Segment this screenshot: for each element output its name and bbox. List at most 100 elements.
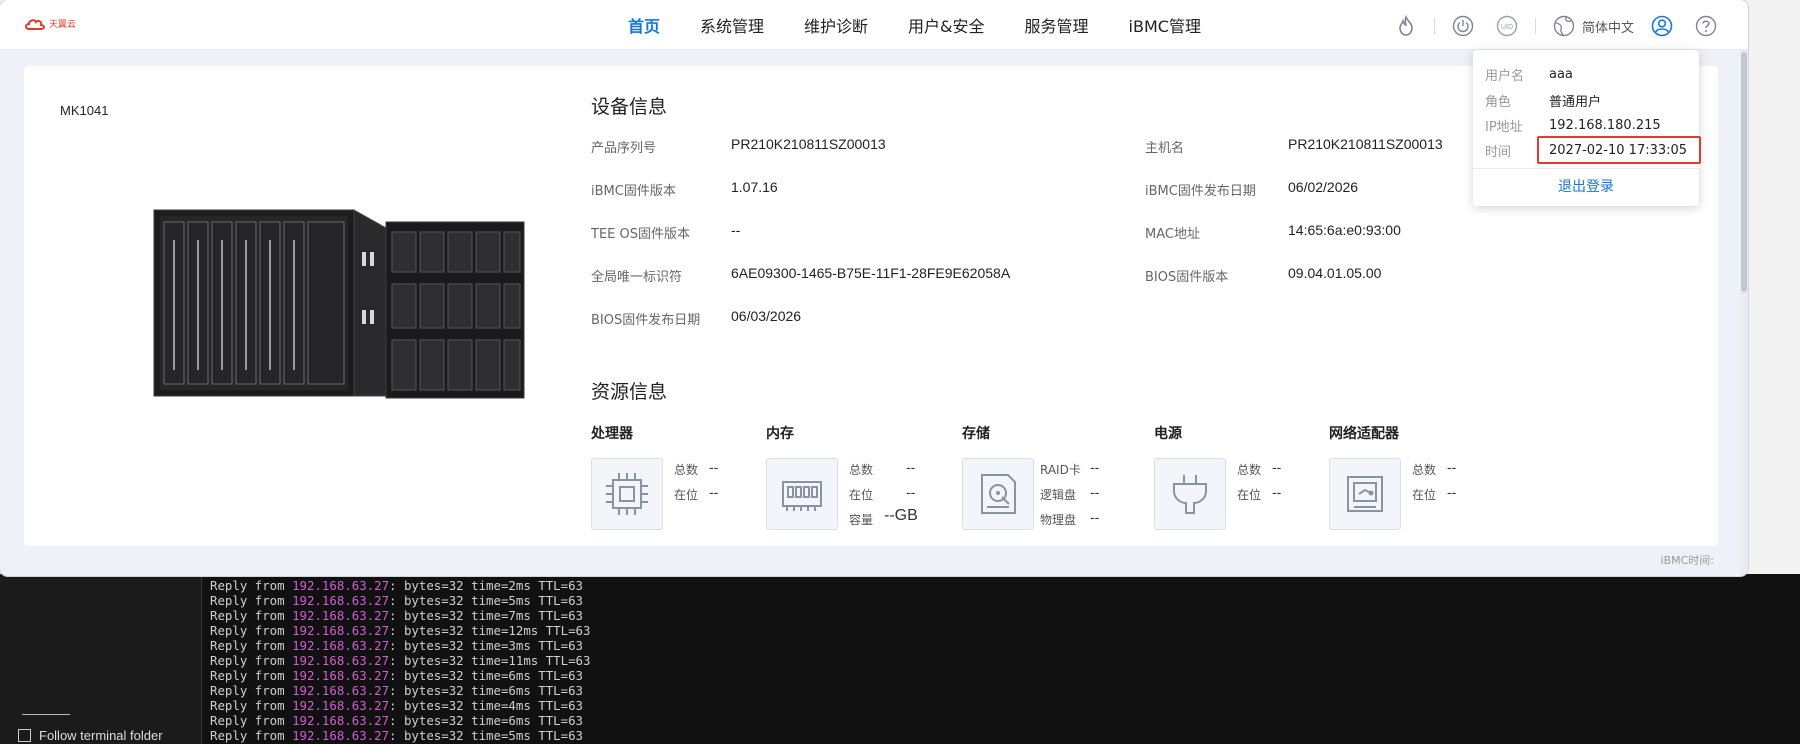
follow-folder-label: Follow terminal folder — [39, 728, 163, 743]
field-label: MAC地址 — [1145, 227, 1200, 242]
server-model: MK1041 — [60, 103, 109, 118]
power-icon[interactable] — [1450, 13, 1476, 39]
toolbar: UID 简体中文 — [1384, 12, 1728, 40]
sidebar-divider — [22, 714, 70, 715]
storage-title[interactable]: 存储 — [962, 423, 990, 443]
terminal-line: Reply from 192.168.63.27: bytes=32 time=… — [210, 623, 590, 638]
terminal-line-ip: 192.168.63.27 — [292, 698, 390, 713]
field-label: 全局唯一标识符 — [591, 270, 683, 285]
network-present-value: -- — [1447, 484, 1457, 500]
nav-user-security[interactable]: 用户&安全 — [888, 0, 1004, 50]
terminal-line-prefix: Reply from — [210, 623, 293, 638]
power-title[interactable]: 电源 — [1154, 423, 1182, 443]
terminal-line: Reply from 192.168.63.27: bytes=32 time=… — [210, 638, 590, 653]
mac-address-value: 14:65:6a:e0:93:00 — [1288, 222, 1401, 238]
bios-release-date-value: 06/03/2026 — [731, 308, 802, 324]
guid-value: 6AE09300-1465-B75E-11F1-28FE9E62058A — [731, 265, 1011, 281]
terminal-line-prefix: Reply from — [210, 683, 293, 698]
storage-icon — [981, 474, 1016, 514]
field-label: iBMC固件版本 — [591, 184, 676, 199]
field-label: 产品序列号 — [591, 141, 657, 156]
terminal-line-ip: 192.168.63.27 — [292, 728, 390, 743]
follow-terminal-folder-option[interactable]: Follow terminal folder — [18, 728, 163, 743]
processor-present-label: 在位 — [674, 488, 699, 502]
language-selector[interactable]: 简体中文 — [1582, 17, 1634, 36]
hostname-value: PR210K210811SZ00013 — [1288, 136, 1443, 152]
brand-logo[interactable]: 天翼云 — [24, 17, 76, 31]
role-label: 角色 — [1485, 94, 1512, 110]
terminal-line-ip: 192.168.63.27 — [292, 608, 390, 623]
memory-capacity-value: --GB — [884, 507, 918, 524]
network-adapter-card[interactable] — [1329, 458, 1401, 530]
field-label: BIOS固件发布日期 — [591, 313, 701, 328]
nav-service-management[interactable]: 服务管理 — [1005, 0, 1109, 50]
logout-button[interactable]: 退出登录 — [1473, 176, 1699, 196]
ibmc-release-date-value: 06/02/2026 — [1288, 179, 1359, 195]
processor-title[interactable]: 处理器 — [591, 423, 633, 443]
power-total-label: 总数 — [1237, 463, 1262, 477]
logical-disk-label: 逻辑盘 — [1040, 488, 1077, 502]
terminal-line-ip: 192.168.63.27 — [292, 713, 390, 728]
memory-total-value: -- — [906, 459, 916, 475]
terminal-line-suffix: : bytes=32 time=2ms TTL=63 — [389, 578, 584, 593]
network-total-value: -- — [1447, 459, 1457, 475]
cloud-logo-icon — [25, 19, 45, 30]
username-label: 用户名 — [1485, 68, 1525, 84]
terminal-line-suffix: : bytes=32 time=3ms TTL=63 — [389, 638, 584, 653]
terminal-window: Follow terminal folder Reply from 192.16… — [0, 574, 1800, 744]
top-navbar: 天翼云 首页 系统管理 维护诊断 用户&安全 服务管理 iBMC管理 UID 简… — [0, 0, 1748, 50]
terminal-line-ip: 192.168.63.27 — [292, 638, 390, 653]
terminal-line: Reply from 192.168.63.27: bytes=32 time=… — [210, 653, 590, 668]
toolbar-divider — [1433, 18, 1435, 34]
nav-system-management[interactable]: 系统管理 — [680, 0, 784, 50]
terminal-line-suffix: : bytes=32 time=7ms TTL=63 — [389, 608, 584, 623]
help-icon[interactable] — [1693, 13, 1719, 39]
logical-disk-value: -- — [1090, 484, 1100, 500]
memory-capacity-label: 容量 — [849, 513, 874, 527]
network-adapter-title[interactable]: 网络适配器 — [1329, 423, 1399, 443]
terminal-line-prefix: Reply from — [210, 698, 293, 713]
terminal-line: Reply from 192.168.63.27: bytes=32 time=… — [210, 713, 590, 728]
network-adapter-icon — [1347, 476, 1383, 512]
popover-ip-row: IP地址 192.168.180.215 — [1485, 115, 1661, 135]
terminal-line-ip: 192.168.63.27 — [292, 578, 390, 593]
nav-maintenance-diagnosis[interactable]: 维护诊断 — [784, 0, 888, 50]
terminal-sidebar: Follow terminal folder — [0, 574, 202, 744]
network-present-label: 在位 — [1412, 488, 1437, 502]
terminal-line-prefix: Reply from — [210, 638, 293, 653]
field-label: iBMC固件发布日期 — [1145, 184, 1256, 199]
processor-present-value: -- — [709, 484, 719, 500]
memory-icon — [782, 481, 822, 511]
follow-folder-checkbox[interactable] — [18, 729, 31, 742]
terminal-line-prefix: Reply from — [210, 578, 293, 593]
field-label: 主机名 — [1145, 141, 1185, 156]
terminal-line-prefix: Reply from — [210, 593, 293, 608]
flame-icon[interactable] — [1393, 13, 1419, 39]
memory-card[interactable] — [766, 458, 838, 530]
terminal-line-ip: 192.168.63.27 — [292, 668, 390, 683]
memory-title[interactable]: 内存 — [766, 423, 794, 443]
network-total-label: 总数 — [1412, 463, 1437, 477]
terminal-line-ip: 192.168.63.27 — [292, 683, 390, 698]
processor-card[interactable] — [591, 458, 663, 530]
terminal-line-prefix: Reply from — [210, 713, 293, 728]
storage-card[interactable] — [962, 458, 1034, 530]
power-card[interactable] — [1154, 458, 1226, 530]
nav-ibmc-management[interactable]: iBMC管理 — [1109, 0, 1221, 50]
uid-icon[interactable]: UID — [1494, 13, 1520, 39]
memory-present-label: 在位 — [849, 488, 874, 502]
ip-value: 192.168.180.215 — [1549, 117, 1661, 133]
user-icon[interactable] — [1649, 13, 1675, 39]
scrollbar-thumb[interactable] — [1741, 52, 1747, 292]
user-info-popover: 用户名 aaa 角色 普通用户 IP地址 192.168.180.215 时间 … — [1473, 50, 1699, 206]
role-value: 普通用户 — [1549, 94, 1602, 110]
main-nav: 首页 系统管理 维护诊断 用户&安全 服务管理 iBMC管理 — [608, 0, 1221, 50]
page-scrollbar[interactable] — [1740, 50, 1748, 576]
terminal-line-suffix: : bytes=32 time=5ms TTL=63 — [389, 593, 584, 608]
popover-divider — [1473, 168, 1699, 169]
terminal-line-suffix: : bytes=32 time=6ms TTL=63 — [389, 668, 584, 683]
nav-home[interactable]: 首页 — [608, 0, 680, 50]
globe-icon[interactable] — [1551, 13, 1577, 39]
terminal-line-prefix: Reply from — [210, 668, 293, 683]
power-present-label: 在位 — [1237, 488, 1262, 502]
